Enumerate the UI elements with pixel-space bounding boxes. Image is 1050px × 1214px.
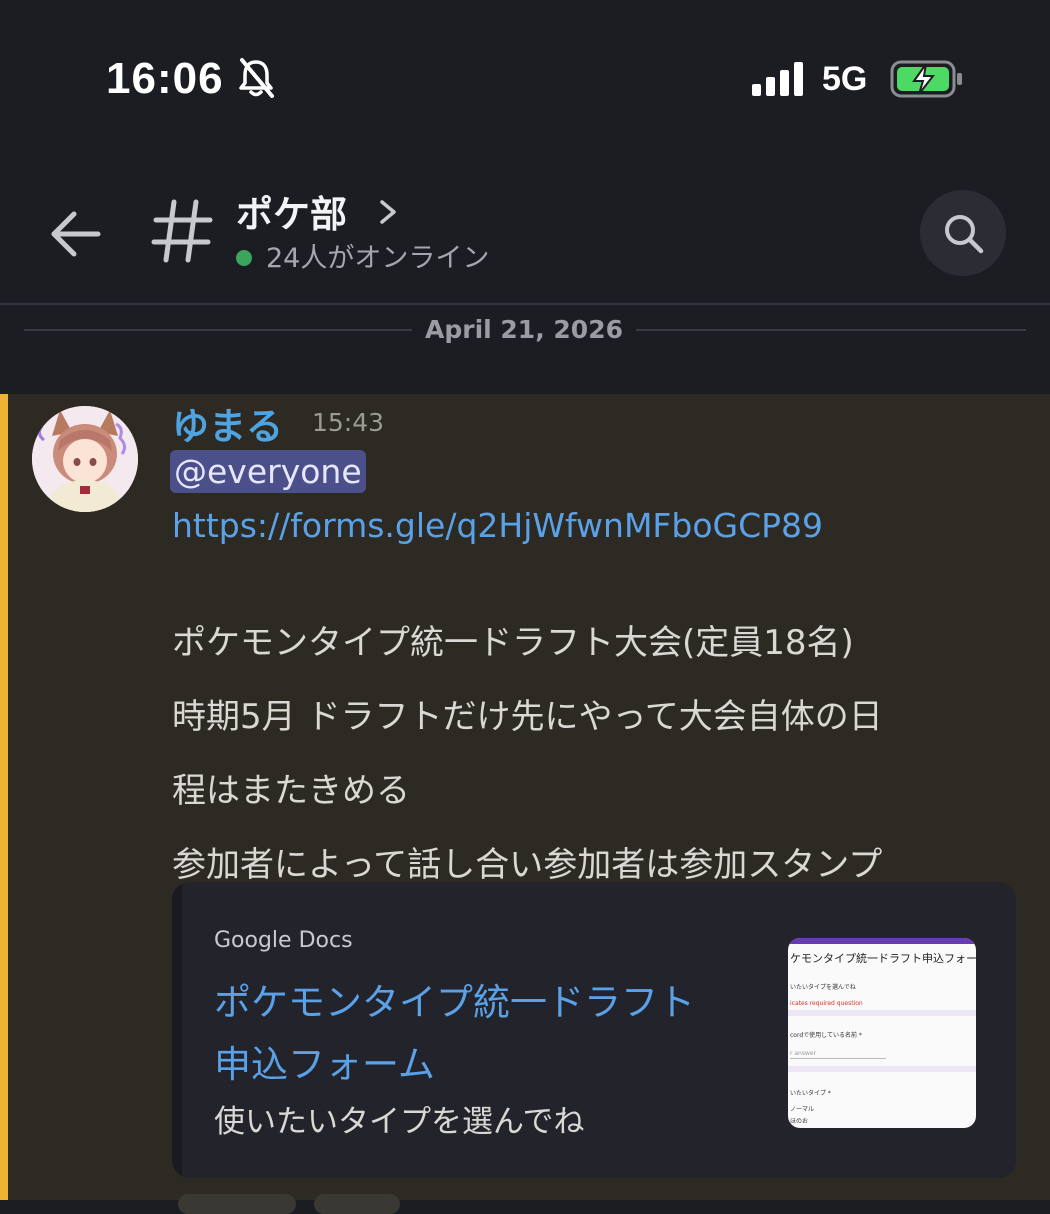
form-section-separator xyxy=(788,1010,976,1016)
clock: 16:06 xyxy=(106,54,224,103)
message-time: 15:43 xyxy=(312,408,385,437)
form-question: cordで使用している名前 * xyxy=(790,1032,862,1039)
form-subtitle: いたいタイプを選んでね xyxy=(790,984,856,991)
status-bar: 16:06 5G xyxy=(0,0,1050,150)
online-status-dot xyxy=(236,250,252,266)
message-link[interactable]: https://forms.gle/q2HjWfwnMFboGCP89 xyxy=(172,506,823,545)
form-option: ノーマル xyxy=(790,1106,815,1113)
message-author[interactable]: ゆまる xyxy=(172,396,283,450)
form-header-bar xyxy=(788,938,976,944)
channel-header: ポケ部 24人がオンライン xyxy=(0,150,1050,305)
reaction-chip[interactable] xyxy=(314,1194,400,1214)
embed-description: 使いたいタイプを選んでね xyxy=(214,1104,585,1140)
online-count: 24人がオンライン xyxy=(266,243,490,274)
reaction-chip[interactable] xyxy=(178,1194,296,1214)
channel-name[interactable]: ポケ部 xyxy=(236,184,347,238)
link-embed[interactable]: Google Docs ポケモンタイプ統一ドラフト 申込フォーム 使いたいタイプ… xyxy=(172,882,1016,1178)
embed-provider: Google Docs xyxy=(214,928,353,953)
embed-title[interactable]: ポケモンタイプ統一ドラフト 申込フォーム xyxy=(214,972,754,1096)
form-option: ほのお xyxy=(790,1118,809,1125)
form-required-note: icates required question xyxy=(790,1000,863,1007)
message-line: ポケモンタイプ統一ドラフト大会(定員18名) xyxy=(172,623,854,663)
everyone-mention[interactable]: @everyone xyxy=(170,450,366,493)
mention-highlight-bar xyxy=(0,394,8,1200)
message-line: 程はまたきめる xyxy=(172,771,410,811)
network-type: 5G xyxy=(822,60,868,98)
cellular-signal-icon xyxy=(752,62,803,96)
search-icon xyxy=(945,215,984,254)
avatar-illustration-icon xyxy=(32,406,138,512)
embed-accent-bar xyxy=(172,882,182,1178)
date-divider: April 21, 2026 xyxy=(0,305,1050,395)
form-answer-underline xyxy=(790,1058,886,1059)
message[interactable]: ゆまる 15:43 @everyone https://forms.gle/q2… xyxy=(0,394,1050,1214)
form-answer-placeholder: r answer xyxy=(790,1050,817,1057)
divider-line xyxy=(636,329,1026,331)
chevron-right-icon[interactable] xyxy=(376,196,400,228)
message-line: 時期5月 ドラフトだけ先にやって大会自体の日 xyxy=(172,697,883,737)
silent-bell-icon xyxy=(239,58,274,98)
form-question: いたいタイプ * xyxy=(790,1090,831,1097)
embed-title-line[interactable]: 申込フォーム xyxy=(214,1034,754,1096)
search-button[interactable] xyxy=(920,190,1006,276)
text-channel-icon xyxy=(151,199,213,263)
form-section-separator xyxy=(788,1066,976,1072)
embed-thumbnail[interactable]: ケモンタイプ統一ドラフト申込フォー いたいタイプを選んでね icates req… xyxy=(788,938,976,1128)
message-body: ポケモンタイプ統一ドラフト大会(定員18名) 時期5月 ドラフトだけ先にやって大… xyxy=(172,606,1032,902)
divider-line xyxy=(24,329,412,331)
embed-title-line[interactable]: ポケモンタイプ統一ドラフト xyxy=(214,972,754,1034)
back-arrow-icon[interactable] xyxy=(46,208,106,260)
avatar[interactable] xyxy=(32,406,138,512)
divider-date: April 21, 2026 xyxy=(425,315,623,344)
battery-charging-icon xyxy=(890,60,962,98)
form-title: ケモンタイプ統一ドラフト申込フォー xyxy=(790,952,976,965)
